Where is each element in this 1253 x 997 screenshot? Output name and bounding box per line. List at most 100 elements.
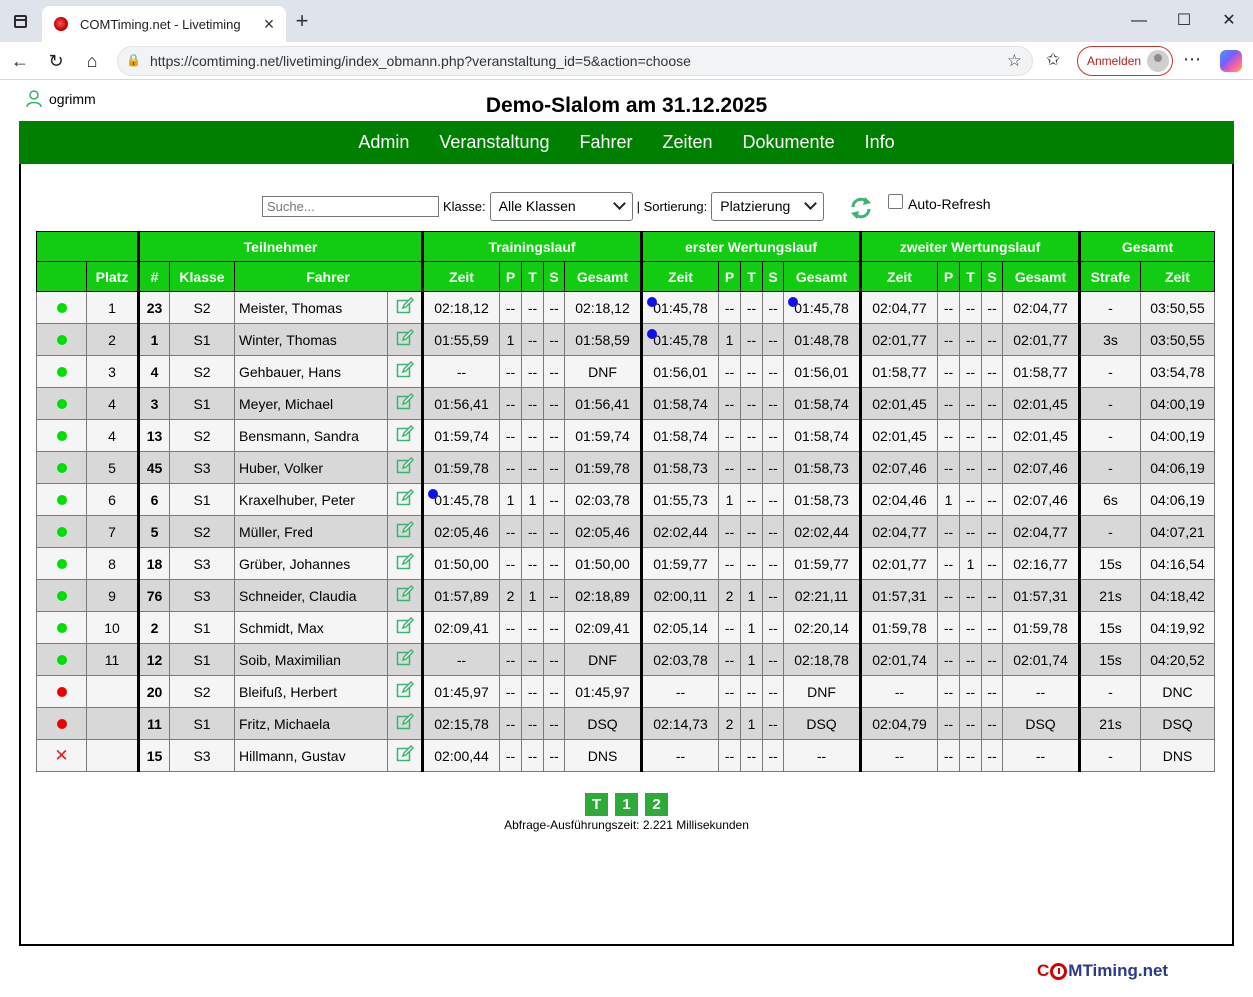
table-row[interactable]: 4 3 S1 Meyer, Michael 01:56,41 -- -- -- 01:56,41…	[36, 387, 1215, 420]
run1-p-cell: --	[718, 739, 741, 772]
favorite-star-icon[interactable]: ☆	[1007, 51, 1022, 71]
close-tab-icon[interactable]: ×	[258, 13, 280, 35]
autorefresh-checkbox[interactable]	[888, 193, 903, 209]
klasse-select[interactable]: Alle Klassen	[489, 191, 633, 221]
edit-cell[interactable]	[387, 579, 424, 612]
edit-cell[interactable]	[387, 643, 424, 676]
table-row[interactable]: 3 4 S2 Gehbauer, Hans -- -- -- -- DNF 01:56,01 -- -…	[36, 355, 1215, 388]
copilot-icon[interactable]	[1220, 50, 1242, 72]
search-input[interactable]	[262, 195, 439, 217]
minimize-icon[interactable]: —	[1124, 8, 1154, 34]
training-s-cell: --	[543, 547, 565, 580]
comtiming-logo[interactable]: C MTiming.net	[1037, 961, 1168, 981]
klasse-cell: S1	[169, 483, 235, 516]
table-row[interactable]: 20 S2 Bleifuß, Herbert 01:45,97 -- -- -- 01:45,…	[36, 675, 1215, 708]
col-platz[interactable]: Platz	[86, 261, 140, 292]
signin-button[interactable]: Anmelden	[1077, 46, 1173, 76]
edit-cell[interactable]	[387, 675, 424, 708]
edit-icon[interactable]	[396, 616, 414, 635]
home-icon[interactable]: ⌂	[79, 49, 105, 73]
table-row[interactable]: 2 1 S1 Winter, Thomas 01:55,59 1 -- -- 01:58,59 0…	[36, 323, 1215, 356]
run2-zeit-cell: 02:01,77	[860, 547, 938, 580]
table-row[interactable]: 9 76 S3 Schneider, Claudia 01:57,89 2 1 -- 02:18…	[36, 579, 1215, 612]
edit-cell[interactable]	[387, 547, 424, 580]
edit-cell[interactable]	[387, 483, 424, 516]
run1-zeit-cell: --	[641, 675, 719, 708]
run1-s-cell: --	[762, 323, 784, 356]
edit-cell[interactable]	[387, 355, 424, 388]
edit-icon[interactable]	[396, 424, 414, 443]
edit-cell[interactable]	[387, 739, 424, 772]
table-row[interactable]: 1 23 S2 Meister, Thomas 02:18,12 -- -- -- 02:18,…	[36, 291, 1215, 324]
reload-icon[interactable]: ↻	[43, 49, 69, 73]
nav-fahrer[interactable]: Fahrer	[564, 132, 647, 153]
address-bar[interactable]: 🔒 https://comtiming.net/livetiming/index…	[117, 46, 1033, 76]
more-menu-icon[interactable]: ⋯	[1183, 49, 1201, 70]
edit-icon[interactable]	[396, 744, 414, 763]
table-row[interactable]: 4 13 S2 Bensmann, Sandra 01:59,74 -- -- -- 01:59…	[36, 419, 1215, 452]
nav-info[interactable]: Info	[850, 132, 910, 153]
edit-icon[interactable]	[396, 488, 414, 507]
back-arrow-icon[interactable]: ←	[7, 49, 33, 73]
site-info-icon[interactable]: 🔒	[126, 53, 141, 67]
run2-t-cell: --	[959, 355, 982, 388]
run2-gesamt-cell: 02:01,74	[1002, 643, 1081, 676]
browser-tab[interactable]: COMTiming.net - Livetiming ×	[42, 6, 286, 42]
url-text[interactable]: https://comtiming.net/livetiming/index_o…	[150, 53, 691, 69]
col-klasse[interactable]: Klasse	[169, 261, 235, 292]
table-row[interactable]: 11 12 S1 Soib, Maximilian -- -- -- -- DNF 02:03,7…	[36, 643, 1215, 676]
gesamtzeit-cell: 04:18,42	[1140, 579, 1215, 612]
nav-admin[interactable]: Admin	[343, 132, 424, 153]
close-window-icon[interactable]: ✕	[1214, 8, 1244, 34]
pager-run2-button[interactable]: 2	[645, 793, 668, 816]
new-tab-icon[interactable]: +	[291, 10, 313, 32]
table-row[interactable]: ✕ 15 S3 Hillmann, Gustav 02:00,44 -- -- -- DNS --…	[36, 739, 1215, 772]
edit-cell[interactable]	[387, 515, 424, 548]
pager-run1-button[interactable]: 1	[615, 793, 638, 816]
edit-cell[interactable]	[387, 419, 424, 452]
pager-training-button[interactable]: T	[585, 793, 608, 816]
run1-t-cell: --	[740, 483, 763, 516]
edit-icon[interactable]	[396, 328, 414, 347]
table-row[interactable]: 5 45 S3 Huber, Volker 01:59,78 -- -- -- 01:59,78…	[36, 451, 1215, 484]
col-fahrer[interactable]: Fahrer	[234, 261, 424, 292]
table-row[interactable]: 11 S1 Fritz, Michaela 02:15,78 -- -- -- DSQ 02:1…	[36, 707, 1215, 740]
edit-icon[interactable]	[396, 360, 414, 379]
favorites-icon[interactable]: ✩	[1046, 50, 1060, 70]
run2-t-cell: --	[959, 483, 982, 516]
fahrer-cell: Soib, Maximilian	[234, 643, 388, 676]
edit-icon[interactable]	[396, 296, 414, 315]
edit-icon[interactable]	[396, 584, 414, 603]
sort-select[interactable]: Platzierung	[711, 191, 825, 221]
edit-cell[interactable]	[387, 291, 424, 324]
col-tr-gesamt: Gesamt	[564, 261, 643, 292]
edit-cell[interactable]	[387, 387, 424, 420]
edit-icon[interactable]	[396, 712, 414, 731]
status-cell	[36, 419, 87, 452]
nav-veranstaltung[interactable]: Veranstaltung	[424, 132, 564, 153]
edit-icon[interactable]	[396, 552, 414, 571]
table-row[interactable]: 8 18 S3 Grüber, Johannes 01:50,00 -- -- -- 01:50…	[36, 547, 1215, 580]
edit-icon[interactable]	[396, 520, 414, 539]
table-row[interactable]: 6 6 S1 Kraxelhuber, Peter 01:45,78 1 1 -- 02:03,…	[36, 483, 1215, 516]
edit-cell[interactable]	[387, 707, 424, 740]
nav-zeiten[interactable]: Zeiten	[648, 132, 728, 153]
table-row[interactable]: 10 2 S1 Schmidt, Max 02:09,41 -- -- -- 02:09,41 0…	[36, 611, 1215, 644]
run2-zeit-cell: 01:57,31	[860, 579, 938, 612]
col-nr[interactable]: #	[138, 261, 170, 292]
table-row[interactable]: 7 5 S2 Müller, Fred 02:05,46 -- -- -- 02:05,46 02…	[36, 515, 1215, 548]
edit-cell[interactable]	[387, 611, 424, 644]
status-ok-icon	[56, 366, 67, 377]
edit-icon[interactable]	[396, 456, 414, 475]
tab-actions-icon[interactable]	[10, 11, 30, 31]
edit-icon[interactable]	[396, 392, 414, 411]
edit-icon[interactable]	[396, 680, 414, 699]
refresh-icon[interactable]	[847, 194, 875, 222]
nav-dokumente[interactable]: Dokumente	[728, 132, 850, 153]
autorefresh-toggle[interactable]: Auto-Refresh	[888, 193, 990, 212]
training-t-cell: --	[521, 451, 544, 484]
edit-cell[interactable]	[387, 323, 424, 356]
edit-icon[interactable]	[396, 648, 414, 667]
edit-cell[interactable]	[387, 451, 424, 484]
maximize-icon[interactable]: ☐	[1169, 8, 1199, 34]
